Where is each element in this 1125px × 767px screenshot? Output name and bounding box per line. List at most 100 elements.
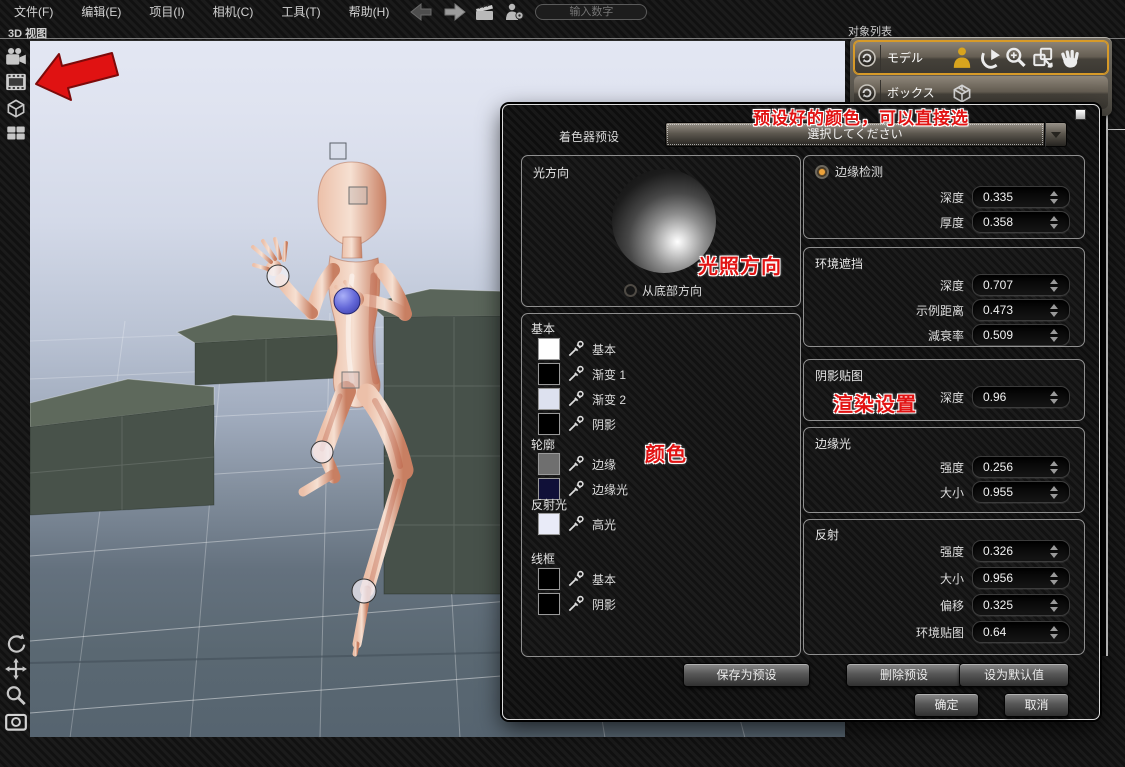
spin-up-icon[interactable] [1050,279,1058,284]
handle-square-pelvis[interactable] [342,372,359,388]
spinner[interactable] [1050,279,1064,292]
color-swatch[interactable] [538,513,560,535]
eyedropper-icon[interactable] [566,389,586,409]
color-swatch[interactable] [538,388,560,410]
number-field[interactable]: 0.335 [972,186,1070,208]
spin-up-icon[interactable] [1050,191,1058,196]
pan-view-icon[interactable] [4,657,28,681]
spinner[interactable] [1050,461,1064,474]
color-swatch[interactable] [538,568,560,590]
radio-icon[interactable] [624,284,637,297]
cube-icon[interactable] [4,96,28,120]
eyedropper-icon[interactable] [566,594,586,614]
edge-detect-radio[interactable] [815,165,829,179]
number-field[interactable]: 0.707 [972,274,1070,296]
number-field[interactable]: 0.358 [972,211,1070,233]
spinner[interactable] [1050,391,1064,404]
spin-up-icon[interactable] [1050,304,1058,309]
spin-down-icon[interactable] [1050,224,1058,229]
object-row-model[interactable]: モデル [854,41,1108,74]
box-cube-icon[interactable] [949,81,975,105]
back-arrow-icon[interactable] [409,2,435,22]
eyedropper-icon[interactable] [566,569,586,589]
handle-circle-ankle[interactable] [352,579,376,603]
spin-down-icon[interactable] [1050,634,1058,639]
frame-view-icon[interactable] [4,710,28,734]
spin-down-icon[interactable] [1050,580,1058,585]
from-bottom-radio-row[interactable]: 从底部方向 [624,282,702,299]
menu-edit[interactable]: 编辑(E) [67,1,135,23]
menu-tools[interactable]: 工具(T) [267,1,334,23]
menu-help[interactable]: 帮助(H) [335,1,404,23]
spinner[interactable] [1050,626,1064,639]
color-swatch[interactable] [538,413,560,435]
eyedropper-icon[interactable] [566,454,586,474]
spin-up-icon[interactable] [1050,461,1058,466]
spin-up-icon[interactable] [1050,626,1058,631]
handle-circle-knee[interactable] [311,441,333,463]
set-default-button[interactable]: 设为默认值 [959,663,1069,687]
spinner[interactable] [1050,486,1064,499]
mannequin-figure[interactable] [253,162,405,654]
spin-down-icon[interactable] [1050,399,1058,404]
number-field[interactable]: 0.96 [972,386,1070,408]
eyedropper-icon[interactable] [566,414,586,434]
visibility-toggle-icon[interactable] [857,83,877,103]
spin-up-icon[interactable] [1050,329,1058,334]
film-strip-icon[interactable] [4,70,28,94]
rotate-pin-icon[interactable] [976,46,1002,70]
number-field[interactable]: 0.326 [972,540,1070,562]
spin-down-icon[interactable] [1050,287,1058,292]
dropdown-arrow-button[interactable] [1045,122,1067,147]
spinner[interactable] [1050,545,1064,558]
rotate-view-icon[interactable] [4,631,28,655]
color-swatch[interactable] [538,363,560,385]
number-field[interactable]: 0.64 [972,621,1070,643]
spin-up-icon[interactable] [1050,545,1058,550]
spinner[interactable] [1050,304,1064,317]
ok-button[interactable]: 确定 [914,693,979,717]
eyedropper-icon[interactable] [566,479,586,499]
eyedropper-icon[interactable] [566,514,586,534]
spinner[interactable] [1050,599,1064,612]
number-input[interactable] [535,4,647,20]
spin-up-icon[interactable] [1050,486,1058,491]
number-field[interactable]: 0.473 [972,299,1070,321]
spin-up-icon[interactable] [1050,216,1058,221]
movie-camera-icon[interactable] [4,45,28,69]
spin-down-icon[interactable] [1050,553,1058,558]
spin-down-icon[interactable] [1050,469,1058,474]
visibility-toggle-icon[interactable] [857,48,877,68]
number-field[interactable]: 0.256 [972,456,1070,478]
spin-down-icon[interactable] [1050,607,1058,612]
handle-square-forehead[interactable] [349,187,367,204]
spin-down-icon[interactable] [1050,337,1058,342]
spin-down-icon[interactable] [1050,199,1058,204]
eyedropper-icon[interactable] [566,364,586,384]
number-field[interactable]: 0.955 [972,481,1070,503]
spinner[interactable] [1050,329,1064,342]
spinner[interactable] [1050,191,1064,204]
model-person-icon[interactable] [949,46,975,70]
menu-camera[interactable]: 相机(C) [199,1,268,23]
save-preset-button[interactable]: 保存为预设 [683,663,810,687]
layout-panes-icon[interactable] [4,121,28,145]
handle-square-above-head[interactable] [330,143,346,159]
number-field[interactable]: 0.509 [972,324,1070,346]
zoom-plus-icon[interactable] [1003,46,1029,70]
cancel-button[interactable]: 取消 [1004,693,1069,717]
number-field[interactable]: 0.956 [972,567,1070,589]
dialog-close-button[interactable] [1075,109,1086,120]
spin-up-icon[interactable] [1050,599,1058,604]
spin-up-icon[interactable] [1050,572,1058,577]
menu-file[interactable]: 文件(F) [0,1,67,23]
hand-icon[interactable] [1057,46,1083,70]
delete-preset-button[interactable]: 删除预设 [846,663,962,687]
clapperboard-icon[interactable] [473,2,497,22]
duplicate-icon[interactable] [1030,46,1056,70]
user-gear-icon[interactable] [503,2,525,22]
spinner[interactable] [1050,216,1064,229]
color-swatch[interactable] [538,453,560,475]
forward-arrow-icon[interactable] [441,2,467,22]
handle-sphere-blue[interactable] [334,288,360,314]
